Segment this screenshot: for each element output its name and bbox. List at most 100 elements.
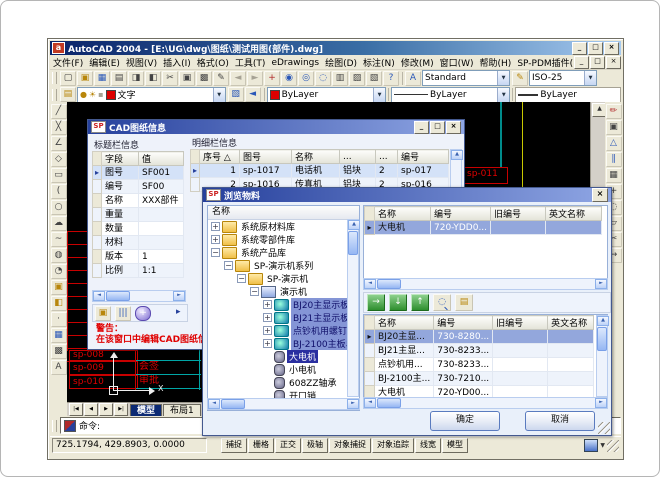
plot-icon[interactable]: ▤: [111, 71, 127, 86]
status-toggle-button[interactable]: 对象追踪: [372, 438, 414, 453]
scroll-thumb[interactable]: [597, 327, 607, 351]
tree-expand-icon[interactable]: [237, 274, 246, 283]
status-toggle-button[interactable]: 捕捉: [221, 438, 247, 453]
search-icon[interactable]: ◌: [433, 294, 451, 311]
tree-item[interactable]: 点钞机用螺钉部件: [208, 324, 359, 337]
text-style-combo[interactable]: Standard ▼: [422, 70, 510, 86]
table-row[interactable]: 材料: [93, 236, 184, 250]
column-header[interactable]: 编号: [434, 316, 493, 330]
chevron-down-icon[interactable]: ▼: [497, 88, 509, 102]
value-cell[interactable]: 1:1: [139, 264, 184, 278]
scroll-up-arrow[interactable]: ▲: [597, 316, 609, 326]
construction-line-icon[interactable]: ╳: [51, 120, 67, 135]
table-row[interactable]: 编号 SF00: [93, 180, 184, 194]
column-header[interactable]: ...: [340, 150, 376, 164]
tree-item[interactable]: 系统原材料库: [208, 220, 359, 233]
scroll-thumb[interactable]: [377, 398, 401, 408]
tree-item-label[interactable]: 608ZZ轴承: [287, 376, 339, 389]
cancel-button[interactable]: 取消: [525, 411, 595, 431]
table-row[interactable]: 比例 1:1: [93, 264, 184, 278]
column-header[interactable]: 字段: [102, 152, 139, 166]
resize-grip[interactable]: [607, 440, 619, 452]
status-toggle-button[interactable]: 对象捕捉: [329, 438, 371, 453]
point-icon[interactable]: ·: [51, 312, 67, 327]
scroll-left-arrow[interactable]: ◄: [93, 291, 105, 301]
linetype-combo[interactable]: ByLayer ▼: [391, 87, 510, 103]
cad-info-title-bar[interactable]: SP CAD图纸信息 _ □ ×: [88, 120, 464, 134]
tree-expand-icon[interactable]: [211, 235, 220, 244]
menu-item[interactable]: 文件(F): [50, 56, 86, 69]
table-row[interactable]: ▸ 1 sp-1017 电话机 铝块 2 sp-017: [191, 164, 449, 178]
scroll-right-arrow[interactable]: ►: [595, 398, 607, 408]
status-toggle-button[interactable]: 线宽: [415, 438, 441, 453]
tool-palettes-icon[interactable]: ▧: [366, 71, 382, 86]
chevron-down-icon[interactable]: ▼: [213, 88, 225, 102]
value-cell[interactable]: [139, 236, 184, 250]
tree-item-label[interactable]: SP-演示机: [265, 272, 310, 285]
tree-item[interactable]: 大电机: [208, 350, 359, 363]
selected-material-hscrollbar[interactable]: ◄ ►: [363, 278, 608, 290]
tree-column-header[interactable]: 名称: [208, 206, 359, 220]
layers-icon[interactable]: ▤: [60, 87, 76, 102]
layer-states-icon[interactable]: ▧: [228, 87, 244, 102]
layer-previous-icon[interactable]: ◄: [245, 87, 261, 102]
arc-icon[interactable]: (: [51, 184, 67, 199]
match-properties-icon[interactable]: ✎: [213, 71, 229, 86]
download-icon[interactable]: ↓: [389, 294, 407, 311]
region-icon[interactable]: ▩: [51, 344, 67, 359]
menu-item[interactable]: 工具(T): [232, 56, 269, 69]
tree-expand-icon[interactable]: [263, 300, 272, 309]
tree-expand-icon[interactable]: [211, 248, 220, 257]
tree-item[interactable]: BJ20主显示板: [208, 298, 359, 311]
undo-icon[interactable]: ◄: [230, 71, 246, 86]
column-header[interactable]: 英文名称: [548, 316, 594, 330]
material-list-vscrollbar[interactable]: ▲: [596, 315, 608, 397]
close-button[interactable]: ×: [446, 121, 461, 134]
status-toggle-button[interactable]: 模型: [442, 438, 468, 453]
tab-nav-arrow[interactable]: ▶: [99, 403, 113, 416]
mdi-minimize-button[interactable]: _: [574, 56, 589, 69]
dim-style-icon[interactable]: ✎: [512, 71, 528, 86]
color-combo[interactable]: ByLayer ▼: [267, 87, 386, 103]
tree-item[interactable]: BJ-2100主板单点: [208, 337, 359, 350]
column-header[interactable]: 值: [139, 152, 184, 166]
mdi-close-button[interactable]: ×: [606, 56, 621, 69]
tree-item-label[interactable]: 系统产品库: [239, 246, 288, 259]
scroll-up-arrow[interactable]: ▲: [348, 220, 360, 230]
column-header[interactable]: 图号: [240, 150, 292, 164]
value-cell[interactable]: [139, 208, 184, 222]
table-row[interactable]: BJ21主显... 730-8233...: [365, 344, 594, 358]
scroll-left-arrow[interactable]: ◄: [364, 279, 376, 289]
ok-button[interactable]: 确定: [430, 411, 500, 431]
tree-item-label[interactable]: 系统零部件库: [239, 233, 297, 246]
tree-expand-icon[interactable]: [263, 313, 272, 322]
tree-item[interactable]: 608ZZ轴承: [208, 376, 359, 389]
column-header[interactable]: 名称: [375, 207, 431, 221]
publish-icon[interactable]: ◧: [145, 71, 161, 86]
mdi-restore-button[interactable]: □: [590, 56, 605, 69]
tree-expand-icon[interactable]: [263, 339, 272, 348]
table-row[interactable]: 重量: [93, 208, 184, 222]
transfer-out-icon[interactable]: →: [367, 294, 385, 311]
minimize-button[interactable]: _: [414, 121, 429, 134]
table-row[interactable]: ▸ BJ20主显... 730-8280...: [365, 330, 594, 344]
material-list-hscrollbar[interactable]: ◄ ►: [363, 397, 608, 409]
mtext-icon[interactable]: A: [51, 360, 67, 375]
save-icon[interactable]: ▦: [94, 71, 110, 86]
chevron-down-icon[interactable]: ▼: [497, 71, 509, 85]
barcode-icon[interactable]: |||: [115, 306, 131, 321]
menu-item[interactable]: eDrawings: [268, 58, 322, 68]
menu-item[interactable]: 绘图(D): [322, 56, 360, 69]
insert-block-icon[interactable]: ▣: [51, 280, 67, 295]
column-header[interactable]: 英文名称: [546, 207, 602, 221]
make-block-icon[interactable]: ◧: [51, 296, 67, 311]
minimize-button[interactable]: _: [572, 42, 587, 55]
menu-item[interactable]: 标注(N): [360, 56, 398, 69]
table-row[interactable]: ▸ 图号 SF001: [93, 166, 184, 180]
table-row[interactable]: ▸ 大电机 720-YDD0...: [365, 221, 602, 235]
menu-item[interactable]: 修改(M): [398, 56, 437, 69]
command-grip[interactable]: [52, 420, 57, 432]
dialog-resize-grip[interactable]: [598, 422, 610, 434]
hatch-icon[interactable]: ▦: [51, 328, 67, 343]
properties-icon[interactable]: ▥: [332, 71, 348, 86]
